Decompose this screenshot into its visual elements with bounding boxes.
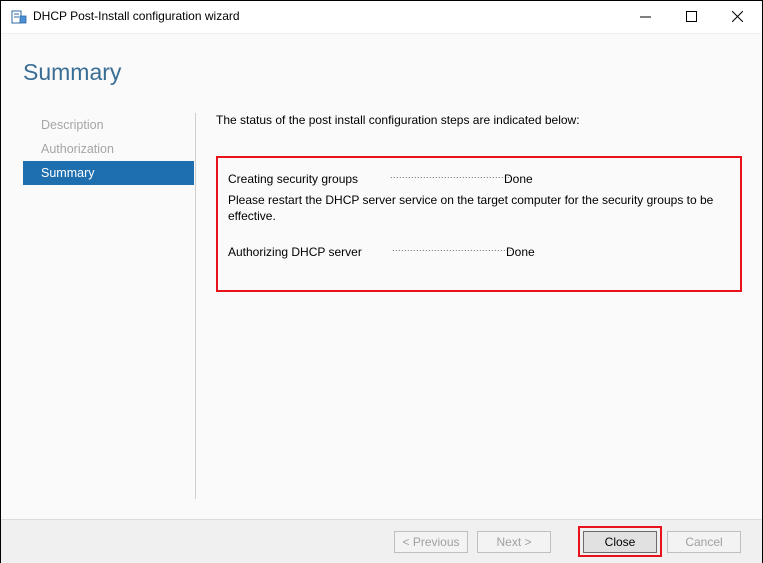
minimize-button[interactable]: [622, 1, 668, 33]
step-result: Done: [506, 245, 535, 259]
previous-button[interactable]: < Previous: [394, 531, 468, 553]
close-button[interactable]: Close: [583, 531, 657, 553]
maximize-button[interactable]: [668, 1, 714, 33]
step-label: Authorizing DHCP server: [228, 245, 362, 259]
nav-divider: [195, 113, 196, 499]
title-bar: DHCP Post-Install configuration wizard: [1, 1, 762, 34]
step-label: Creating security groups: [228, 172, 359, 186]
step-dots: ........................................…: [392, 243, 522, 253]
wizard-window: DHCP Post-Install configuration wizard S…: [0, 0, 763, 563]
status-row-security-groups: Creating security groups ...............…: [228, 170, 533, 186]
status-panel: Creating security groups ...............…: [216, 156, 742, 292]
wizard-nav: Description Authorization Summary: [23, 113, 194, 185]
intro-text: The status of the post install configura…: [216, 113, 580, 127]
page-title: Summary: [23, 59, 122, 85]
window-title: DHCP Post-Install configuration wizard: [33, 9, 240, 23]
next-button[interactable]: Next >: [477, 531, 551, 553]
restart-note: Please restart the DHCP server service o…: [228, 193, 714, 223]
nav-item-authorization[interactable]: Authorization: [23, 137, 194, 161]
step-result: Done: [504, 172, 533, 186]
nav-item-summary[interactable]: Summary: [23, 161, 194, 185]
close-icon: [731, 9, 743, 25]
button-bar: < Previous Next > Close Cancel: [1, 519, 762, 563]
cancel-button[interactable]: Cancel: [667, 531, 741, 553]
status-row-authorize: Authorizing DHCP server ................…: [228, 243, 535, 259]
step-dots: ........................................…: [390, 170, 520, 180]
maximize-icon: [685, 9, 697, 25]
window-close-button[interactable]: [714, 1, 760, 33]
minimize-icon: [639, 9, 651, 25]
nav-item-description[interactable]: Description: [23, 113, 194, 137]
dhcp-server-icon: [11, 10, 27, 24]
